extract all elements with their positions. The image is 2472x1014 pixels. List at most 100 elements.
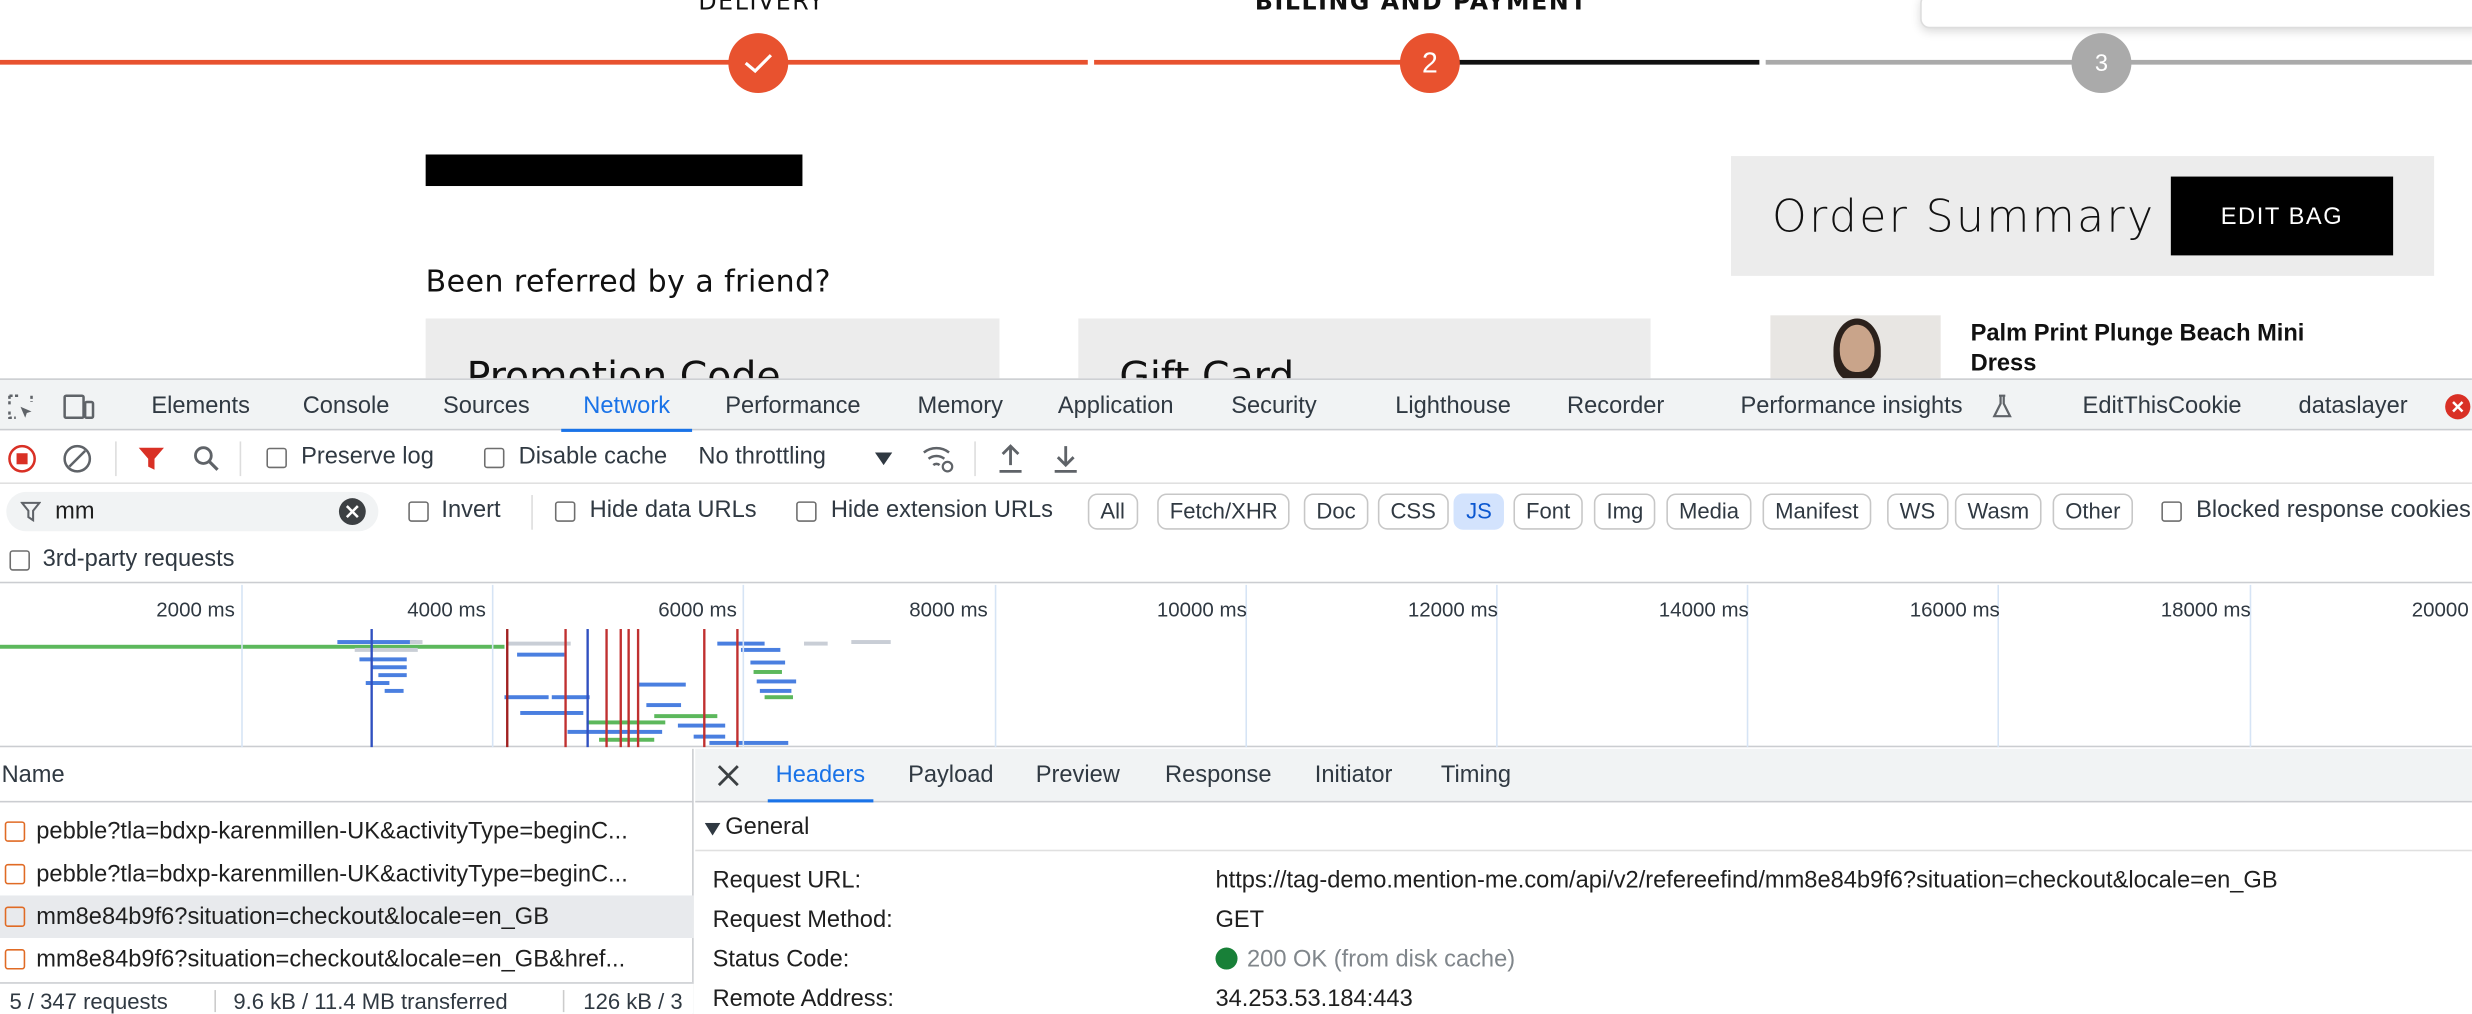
filter-type-all[interactable]: All [1087, 493, 1138, 530]
product-name[interactable]: Palm Print Plunge Beach Mini Dress [1971, 318, 2334, 378]
waterfall-bar [750, 660, 786, 665]
search-icon[interactable] [192, 445, 220, 473]
filter-input[interactable]: mm [55, 498, 94, 525]
filter-funnel-icon[interactable] [137, 445, 165, 473]
tab-payload[interactable]: Payload [908, 749, 993, 803]
tab-lighthouse[interactable]: Lighthouse [1395, 380, 1511, 432]
request-detail-panel: Headers Payload Preview Response Initiat… [695, 748, 2472, 1014]
black-button-partial[interactable] [425, 154, 803, 187]
request-row[interactable]: pebble?tla=bdxp-karenmillen-UK&activityT… [0, 853, 694, 896]
tab-response[interactable]: Response [1165, 749, 1271, 803]
network-conditions-icon[interactable] [921, 443, 956, 475]
waterfall-bar [654, 714, 718, 719]
waterfall-bar [551, 695, 590, 700]
export-har-icon[interactable] [1052, 443, 1080, 475]
step-progress-billing-rest [1428, 59, 1760, 65]
step-billing-label: BILLING AND PAYMENT [1254, 0, 1588, 16]
throttling-select[interactable]: No throttling [698, 443, 825, 470]
waterfall-bar [354, 647, 418, 652]
hide-extension-urls-label: Hide extension URLs [830, 496, 1053, 524]
device-toolbar-icon[interactable] [63, 393, 95, 421]
chevron-down-icon[interactable] [874, 451, 893, 465]
third-party-bar: 3rd-party requests [0, 536, 2472, 584]
step-review-circle[interactable]: 3 [2071, 33, 2132, 94]
timeline-event-marker [586, 629, 589, 748]
waterfall-bar [717, 641, 765, 646]
edit-bag-button[interactable]: EDIT BAG [2170, 176, 2394, 256]
header-value[interactable]: GET [1215, 900, 1264, 939]
column-header-name[interactable]: Name [0, 749, 694, 803]
request-row[interactable]: pebble?tla=bdxp-karenmillen-UK&activityT… [0, 810, 694, 853]
tab-memory[interactable]: Memory [918, 380, 1003, 432]
gift-card-label: Gift Card [1119, 353, 1295, 379]
hide-data-urls-checkbox[interactable] [554, 501, 576, 522]
import-har-icon[interactable] [996, 443, 1024, 475]
network-summary-bar: 5 / 347 requests 9.6 kB / 11.4 MB transf… [0, 982, 694, 1014]
waterfall-bar [764, 695, 793, 700]
waterfall-bar [365, 681, 390, 685]
header-key: Request URL: [712, 867, 862, 894]
status-code-value[interactable]: 200 OK (from disk cache) [1215, 940, 1515, 979]
preserve-log-checkbox[interactable] [266, 447, 287, 469]
header-value[interactable]: 34.253.53.184:443 [1215, 979, 1412, 1014]
error-count-icon[interactable] [2445, 394, 2471, 420]
transferred-size: 9.6 kB / 11.4 MB transferred [233, 988, 508, 1014]
request-name: pebble?tla=bdxp-karenmillen-UK&activityT… [36, 818, 628, 846]
filter-type-ws[interactable]: WS [1887, 493, 1948, 530]
gift-card-box[interactable]: Gift Card [1078, 318, 1651, 379]
invert-checkbox[interactable] [408, 501, 429, 522]
script-file-icon [4, 906, 26, 927]
tab-application[interactable]: Application [1058, 380, 1174, 432]
tab-headers[interactable]: Headers [767, 749, 873, 803]
header-key: Remote Address: [712, 985, 894, 1013]
waterfall-bar [586, 720, 666, 725]
clear-filter-icon[interactable] [338, 498, 366, 525]
network-overview-timeline[interactable]: 2000 ms 4000 ms 6000 ms 8000 ms 10000 ms 1200… [0, 584, 2472, 748]
general-section-toggle[interactable]: General [695, 804, 2472, 852]
product-image[interactable] [1770, 315, 1941, 379]
request-row[interactable]: mm8e84b9f6?situation=checkout&locale=en_… [0, 938, 694, 981]
filter-type-media[interactable]: Media [1666, 493, 1752, 530]
filter-type-img[interactable]: Img [1593, 493, 1656, 530]
step-delivery-check[interactable] [728, 33, 789, 94]
tab-elements[interactable]: Elements [151, 380, 250, 432]
third-party-checkbox[interactable] [9, 550, 30, 571]
waterfall-bar [851, 640, 891, 645]
tab-dataslayer[interactable]: dataslayer [2299, 380, 2408, 432]
record-stop-icon[interactable] [8, 444, 36, 473]
filter-type-font[interactable]: Font [1513, 493, 1583, 530]
tab-editthiscookie[interactable]: EditThisCookie [2083, 380, 2242, 432]
filter-type-fetch-xhr[interactable]: Fetch/XHR [1157, 493, 1291, 530]
tab-security[interactable]: Security [1231, 380, 1316, 432]
step-billing-circle[interactable]: 2 [1399, 33, 1460, 94]
filter-type-wasm[interactable]: Wasm [1954, 493, 2042, 530]
inspect-element-icon[interactable] [6, 393, 34, 421]
tab-recorder[interactable]: Recorder [1567, 380, 1664, 432]
triangle-down-icon [704, 821, 721, 835]
close-icon[interactable] [717, 765, 739, 787]
request-row-selected[interactable]: mm8e84b9f6?situation=checkout&locale=en_… [0, 895, 694, 939]
tab-network[interactable]: Network [561, 380, 693, 432]
request-name: mm8e84b9f6?situation=checkout&locale=en_… [36, 945, 626, 973]
clear-icon[interactable] [63, 444, 92, 473]
filter-type-css[interactable]: CSS [1377, 493, 1449, 530]
tab-performance-insights[interactable]: Performance insights [1740, 380, 1962, 432]
tab-preview[interactable]: Preview [1036, 749, 1120, 803]
script-file-icon [4, 863, 26, 885]
tab-performance[interactable]: Performance [725, 380, 860, 432]
waterfall-bar [638, 682, 686, 687]
filter-type-manifest[interactable]: Manifest [1762, 493, 1872, 530]
blocked-response-cookies-checkbox[interactable] [2161, 501, 2182, 522]
tab-timing[interactable]: Timing [1441, 749, 1511, 803]
header-value[interactable]: https://tag-demo.mention-me.com/api/v2/r… [1215, 861, 2277, 900]
filter-type-js[interactable]: JS [1453, 493, 1505, 530]
filter-input-wrapper[interactable]: mm [6, 491, 379, 532]
tab-initiator[interactable]: Initiator [1315, 749, 1393, 803]
tab-console[interactable]: Console [303, 380, 390, 432]
hide-extension-urls-checkbox[interactable] [796, 501, 817, 522]
filter-type-other[interactable]: Other [2052, 493, 2134, 530]
tab-sources[interactable]: Sources [443, 380, 530, 432]
disable-cache-checkbox[interactable] [483, 447, 505, 469]
promotion-code-box[interactable]: Promotion Code [425, 318, 1000, 379]
filter-type-doc[interactable]: Doc [1303, 493, 1369, 530]
